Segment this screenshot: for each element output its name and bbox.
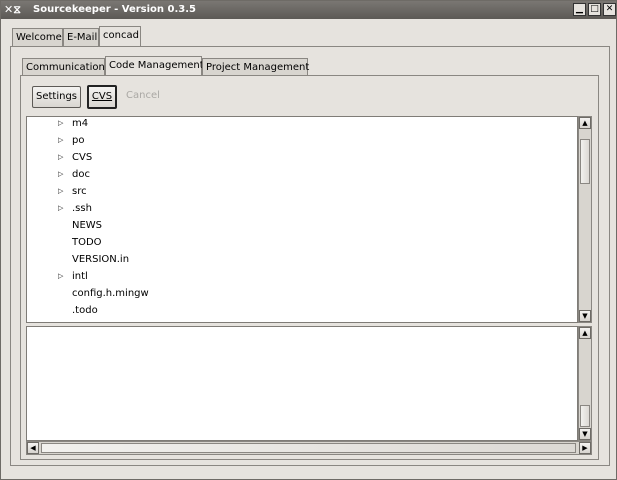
scroll-down-arrow-icon[interactable]: ▼ [579,428,591,440]
tree-item[interactable]: ▷ CVS [27,149,577,166]
window-menu-icon[interactable]: ✕⧖ [4,3,28,17]
expand-arrow-icon[interactable]: ▷ [58,200,66,217]
window-title: Sourcekeeper - Version 0.3.5 [33,4,196,15]
cancel-button[interactable]: Cancel [123,86,163,108]
scroll-down-arrow-icon[interactable]: ▼ [579,310,591,322]
output-scroll-thumb[interactable] [580,405,590,427]
tree-item[interactable]: config.h.mingw [27,285,577,302]
tree-item[interactable]: NEWS [27,217,577,234]
expand-arrow-icon[interactable]: ▷ [58,149,66,166]
tree-item[interactable]: ▷ .ssh [27,200,577,217]
expand-arrow-icon[interactable]: ▷ [58,268,66,285]
output-vertical-scrollbar[interactable]: ▲ ▼ [578,326,592,441]
tree-item[interactable]: ▷ m4 [27,117,577,132]
output-horizontal-scrollbar[interactable]: ◀ ▶ [26,441,592,455]
tree-scroll-thumb[interactable] [580,139,590,184]
scroll-right-arrow-icon[interactable]: ▶ [579,442,591,454]
tree-item[interactable]: ▷ src [27,183,577,200]
settings-button[interactable]: Settings [32,86,81,108]
scroll-up-arrow-icon[interactable]: ▲ [579,117,591,129]
scroll-up-arrow-icon[interactable]: ▲ [579,327,591,339]
tree-item[interactable]: .todo [27,302,577,319]
main-window: ✕⧖ Sourcekeeper - Version 0.3.5 ▁ □ ✕ We… [0,0,617,480]
scroll-left-arrow-icon[interactable]: ◀ [27,442,39,454]
tree-item[interactable]: ▷ intl [27,268,577,285]
tab-communication[interactable]: Communication [22,58,105,76]
tree-item[interactable]: VERSION.in [27,251,577,268]
tree-vertical-scrollbar[interactable]: ▲ ▼ [578,116,592,323]
expand-arrow-icon[interactable]: ▷ [58,117,66,132]
cvs-button[interactable]: CVS [87,85,117,109]
tree-item[interactable]: ▷ doc [27,166,577,183]
tab-code-management[interactable]: Code Management [105,56,204,76]
expand-arrow-icon[interactable]: ▷ [58,166,66,183]
close-button[interactable]: ✕ [603,3,616,16]
maximize-button[interactable]: □ [588,3,601,16]
tab-welcome[interactable]: Welcome [12,28,63,46]
minimize-button[interactable]: ▁ [573,3,586,16]
tab-email[interactable]: E-Mail [63,28,99,46]
output-hscroll-thumb[interactable] [41,443,576,453]
expand-arrow-icon[interactable]: ▷ [58,183,66,200]
expand-arrow-icon[interactable]: ▷ [58,132,66,149]
tab-concad[interactable]: concad [99,26,141,46]
tree-item[interactable]: TODO [27,234,577,251]
cvs-output-area[interactable] [26,326,578,441]
tree-item[interactable]: ▷ po [27,132,577,149]
tab-project-management[interactable]: Project Management [202,58,309,76]
file-tree[interactable]: ▷ m4 ▷ po ▷ CVS ▷ doc ▷ src ▷ .ssh NEWS … [26,116,578,323]
title-bar[interactable]: ✕⧖ Sourcekeeper - Version 0.3.5 ▁ □ ✕ [1,1,616,19]
